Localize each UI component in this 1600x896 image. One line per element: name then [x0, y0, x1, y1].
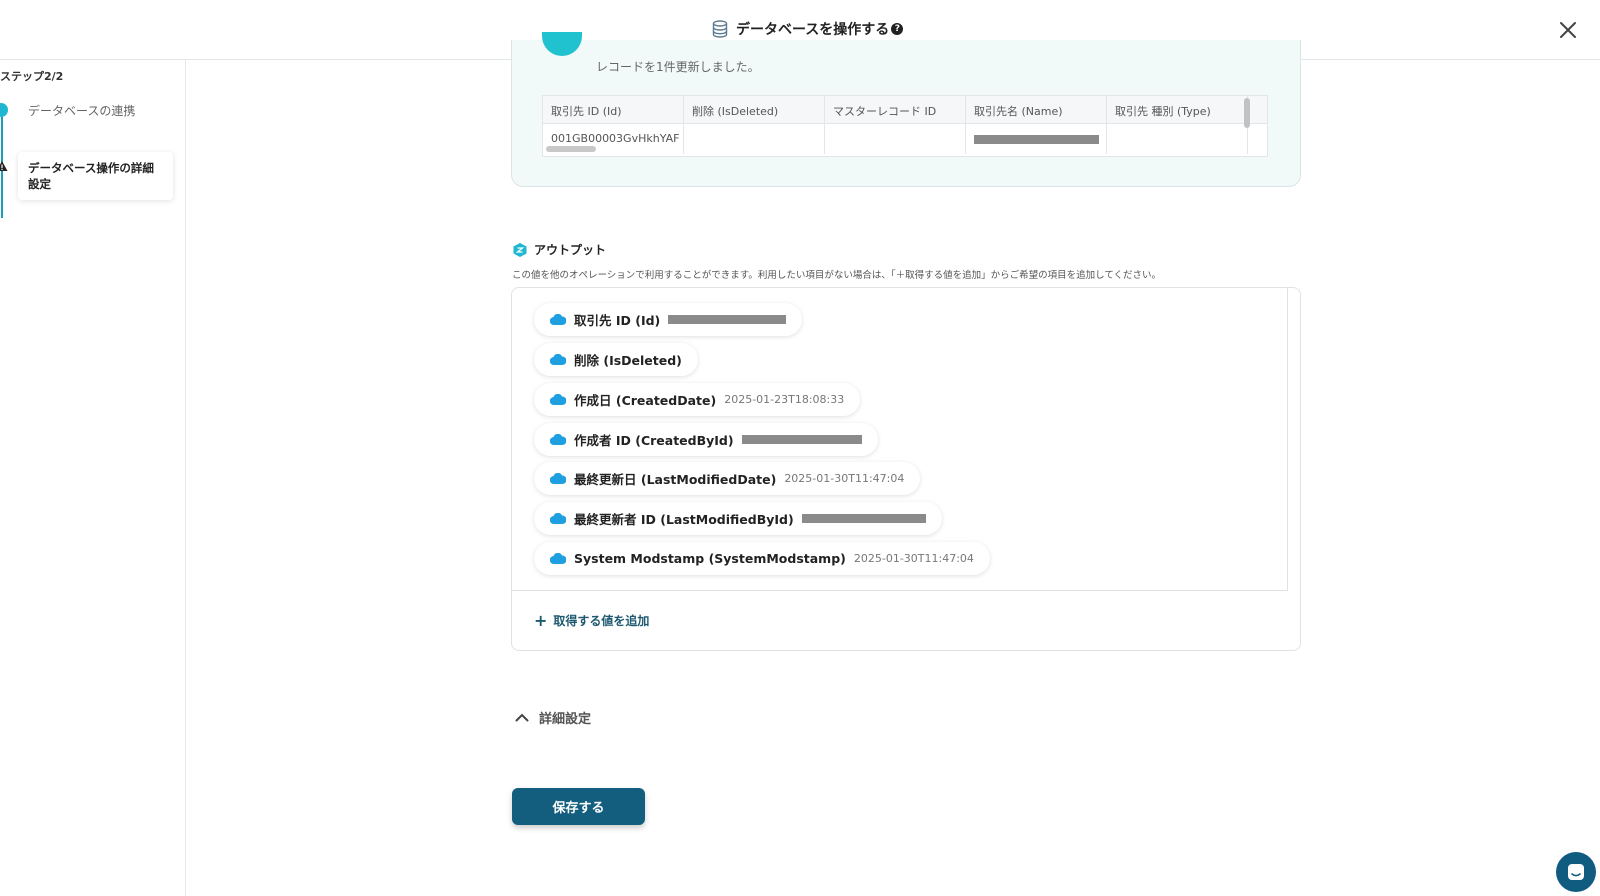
chat-support-button[interactable]: [1556, 852, 1596, 892]
modal-title-text: データベースを操作する: [736, 22, 890, 38]
vertical-scrollbar[interactable]: [1244, 98, 1250, 128]
table-row: 001GB00003GvHkhYAF: [543, 124, 1267, 154]
table-header-cell: 取引先 種別 (Type): [1107, 96, 1248, 123]
salesforce-icon: [550, 354, 566, 365]
table-cell: [825, 124, 966, 154]
salesforce-icon: [550, 434, 566, 445]
output-chip[interactable]: 作成日 (CreatedDate) 2025-01-23T18:08:33: [534, 383, 861, 416]
salesforce-icon: [550, 553, 566, 564]
output-icon: [513, 242, 527, 257]
chip-label: 最終更新者 ID (LastModifiedById): [574, 512, 794, 527]
step-item-detail-settings[interactable]: データベース操作の詳細設定: [18, 152, 173, 200]
table-header-cell: 削除 (IsDeleted): [684, 96, 825, 123]
chip-value: 2025-01-30T11:47:04: [784, 472, 905, 485]
advanced-settings-label: 詳細設定: [539, 712, 592, 727]
help-icon[interactable]: ?: [891, 23, 904, 35]
save-button[interactable]: 保存する: [512, 788, 645, 825]
chip-label: 取引先 ID (Id): [574, 313, 661, 328]
add-value-label: 取得する値を追加: [553, 614, 650, 628]
output-panel: 取引先 ID (Id) 削除 (IsDeleted) 作成日 (CreatedD…: [511, 287, 1301, 651]
advanced-settings-toggle[interactable]: 詳細設定: [515, 708, 591, 727]
close-icon[interactable]: [1556, 18, 1580, 42]
output-heading: アウトプット: [512, 241, 606, 258]
result-message: レコードを1件更新しました。: [596, 60, 760, 74]
warning-icon: [0, 161, 8, 171]
test-result-panel: レコードを1件更新しました。 取引先 ID (Id) 削除 (IsDeleted…: [511, 32, 1301, 187]
chip-label: 最終更新日 (LastModifiedDate): [574, 472, 777, 487]
table-cell: [1107, 124, 1248, 154]
chevron-up-icon: [515, 713, 529, 722]
chip-label: System Modstamp (SystemModstamp): [574, 551, 846, 566]
chip-label: 削除 (IsDeleted): [574, 353, 682, 368]
success-icon: [542, 32, 582, 56]
output-chip[interactable]: 最終更新者 ID (LastModifiedById): [534, 502, 942, 535]
table-header-cell: 取引先 ID (Id): [543, 96, 684, 123]
salesforce-icon: [550, 314, 566, 325]
plus-icon: +: [534, 611, 548, 630]
salesforce-icon: [550, 473, 566, 484]
step-counter: ステップ2/2: [0, 70, 64, 83]
redacted-value: [668, 315, 787, 324]
step-item-database-link[interactable]: データベースの連携: [28, 102, 135, 119]
chip-value: 2025-01-30T11:47:04: [853, 552, 974, 565]
redacted-value: [801, 514, 926, 523]
chip-label: 作成日 (CreatedDate): [574, 393, 717, 408]
salesforce-icon: [550, 394, 566, 405]
output-chip[interactable]: 作成者 ID (CreatedById): [534, 423, 878, 456]
output-title: アウトプット: [534, 243, 607, 257]
chat-icon: [1568, 864, 1584, 880]
horizontal-scrollbar[interactable]: [546, 146, 596, 152]
table-header-row: 取引先 ID (Id) 削除 (IsDeleted) マスターレコード ID 取…: [543, 96, 1267, 124]
output-description: この値を他のオペレーションで利用することができます。利用したい項目がない場合は、…: [512, 270, 1162, 281]
chip-value: 2025-01-23T18:08:33: [724, 393, 845, 406]
add-value-button[interactable]: + 取得する値を追加: [534, 611, 649, 630]
database-icon: [712, 20, 728, 38]
output-chip[interactable]: System Modstamp (SystemModstamp) 2025-01…: [534, 542, 990, 575]
redacted-value: [741, 435, 862, 444]
output-chip[interactable]: 削除 (IsDeleted): [534, 343, 698, 376]
chip-label: 作成者 ID (CreatedById): [574, 433, 734, 448]
step-sidebar: ステップ2/2 データベースの連携 データベース操作の詳細設定: [0, 60, 186, 896]
modal-title: データベースを操作する ?: [712, 19, 904, 39]
output-list: 取引先 ID (Id) 削除 (IsDeleted) 作成日 (CreatedD…: [512, 288, 1288, 591]
output-chip[interactable]: 最終更新日 (LastModifiedDate) 2025-01-30T11:4…: [534, 462, 921, 495]
result-table[interactable]: 取引先 ID (Id) 削除 (IsDeleted) マスターレコード ID 取…: [542, 95, 1268, 157]
table-header-cell: 取引先名 (Name): [966, 96, 1107, 123]
output-chip[interactable]: 取引先 ID (Id): [534, 303, 803, 336]
salesforce-icon: [550, 513, 566, 524]
check-icon: [0, 103, 8, 117]
table-header-cell: マスターレコード ID: [825, 96, 966, 123]
table-cell: [684, 124, 825, 154]
table-cell-redacted: [966, 124, 1107, 154]
